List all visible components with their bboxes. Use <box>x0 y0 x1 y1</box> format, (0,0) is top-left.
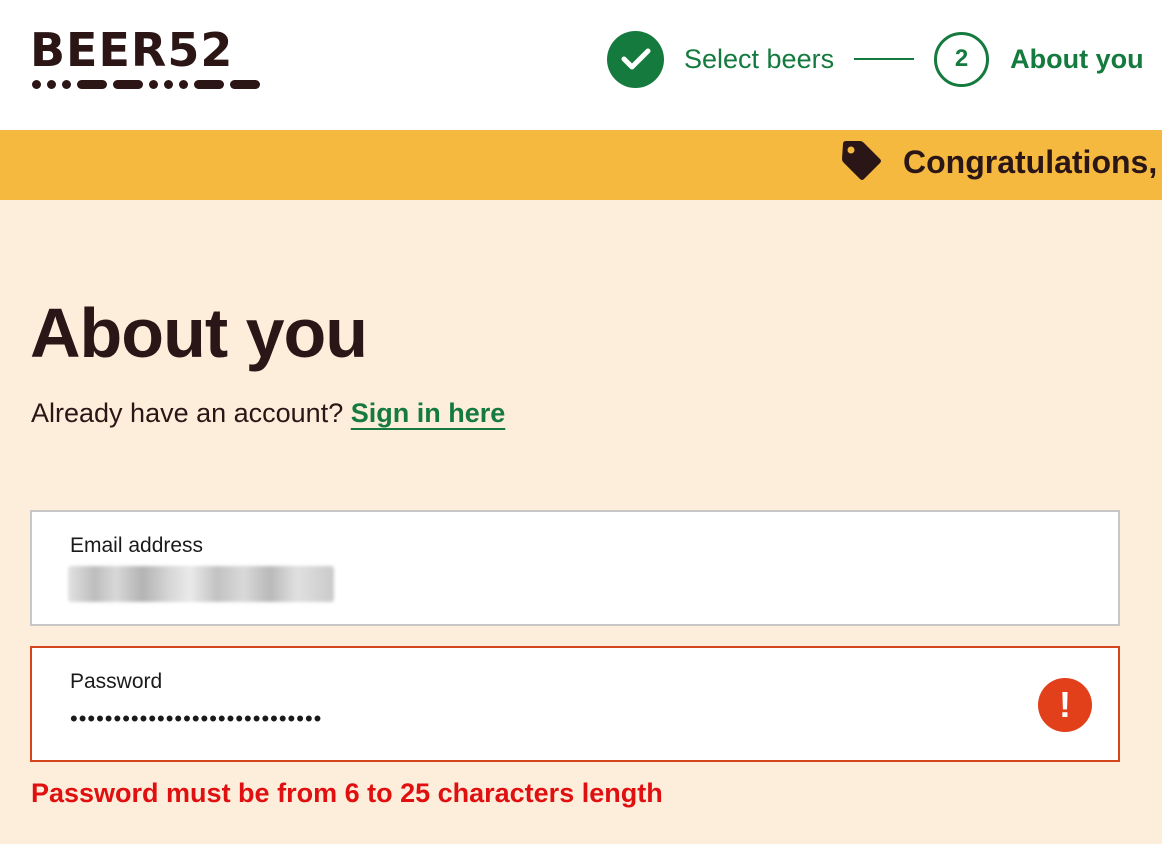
password-error-message: Password must be from 6 to 25 characters… <box>31 778 663 808</box>
promo-message: Congratulations, y <box>903 144 1162 180</box>
step-2-label: About you <box>1010 43 1144 74</box>
promo-banner: Congratulations, y <box>0 130 1162 200</box>
site-header: BEER52 Select beers 2 About you <box>0 0 1162 130</box>
email-field-label: Email address <box>70 534 204 557</box>
check-icon <box>621 48 650 70</box>
signin-prompt-text: Already have an account? <box>31 398 344 428</box>
signin-prompt-row: Already have an account? Sign in here <box>31 396 505 430</box>
email-field[interactable]: Email address <box>30 510 1120 626</box>
email-redacted-value <box>68 566 334 602</box>
step-connector <box>854 58 915 60</box>
logo-wordmark: BEER52 <box>30 23 234 77</box>
page-title: About you <box>30 294 368 372</box>
tag-icon <box>842 141 881 180</box>
sign-in-link[interactable]: Sign in here <box>351 398 506 428</box>
password-masked-value: ••••••••••••••••••••••••••••• <box>70 706 323 731</box>
password-field-label: Password <box>70 670 163 693</box>
password-field[interactable]: Password ••••••••••••••••••••••••••••• ! <box>30 646 1120 762</box>
error-alert-icon: ! <box>1038 678 1092 732</box>
step-1-label[interactable]: Select beers <box>684 44 834 75</box>
step-2-number: 2 <box>934 31 990 87</box>
checkout-progress-steps: Select beers 2 About you <box>607 30 1144 88</box>
step-1-complete-badge <box>607 30 664 88</box>
beer52-logo[interactable]: BEER52 <box>30 23 296 94</box>
logo-morse-decoration <box>32 80 260 89</box>
